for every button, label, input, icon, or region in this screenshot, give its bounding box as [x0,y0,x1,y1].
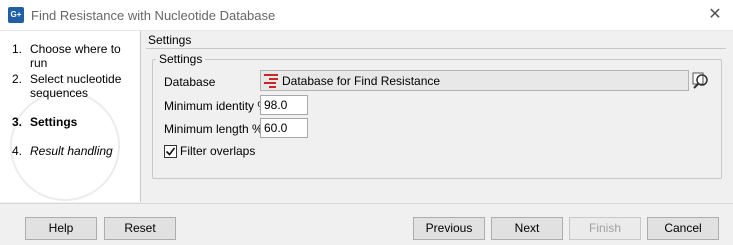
step-label: Result handling [30,144,113,158]
step-number: 3. [12,115,23,129]
close-icon[interactable]: ✕ [705,5,725,25]
step-number: 1. [12,42,23,56]
database-field[interactable]: Database for Find Resistance [260,70,689,91]
checkmark-icon [165,147,176,156]
filter-overlaps-label: Filter overlaps [180,144,256,158]
min-length-input[interactable]: 60.0 [260,118,308,138]
settings-panel: Settings Settings Database Database for … [142,31,733,202]
previous-button[interactable]: Previous [413,217,485,240]
step-settings: 3. Settings [12,115,130,129]
wizard-steps-panel: 1. Choose where to run 2. Select nucleotid… [0,31,141,202]
help-button[interactable]: Help [25,217,97,240]
title-bar: G+ Find Resistance with Nucleotide Datab… [0,0,733,31]
header-divider [146,48,726,49]
button-bar: Help Reset Previous Next Finish Cancel [0,203,733,245]
step-label: Settings [30,115,78,129]
step-result-handling: 4. Result handling [12,144,130,158]
step-choose-where-to-run: 1. Choose where to run [12,42,130,70]
database-value: Database for Find Resistance [282,74,441,88]
database-list-icon [264,74,282,88]
browse-search-icon[interactable] [691,70,711,91]
cancel-button[interactable]: Cancel [647,217,719,240]
min-identity-input[interactable]: 98.0 [260,95,308,115]
step-number: 4. [12,144,23,158]
step-select-sequences: 2. Select nucleotide sequences [12,72,130,100]
window-title: Find Resistance with Nucleotide Database [31,8,276,23]
next-button[interactable]: Next [491,217,563,240]
min-length-label: Minimum length % [164,122,263,136]
min-identity-label: Minimum identity % [164,99,269,113]
filter-overlaps-checkbox[interactable] [164,145,177,158]
finish-button[interactable]: Finish [569,217,641,240]
reset-button[interactable]: Reset [104,217,176,240]
panel-header: Settings [148,33,192,47]
group-title: Settings [156,52,206,66]
step-number: 2. [12,72,23,86]
step-label: Choose where to run [30,42,121,70]
step-label: Select nucleotide sequences [30,72,122,100]
app-icon: G+ [8,7,24,23]
database-label: Database [164,75,216,89]
